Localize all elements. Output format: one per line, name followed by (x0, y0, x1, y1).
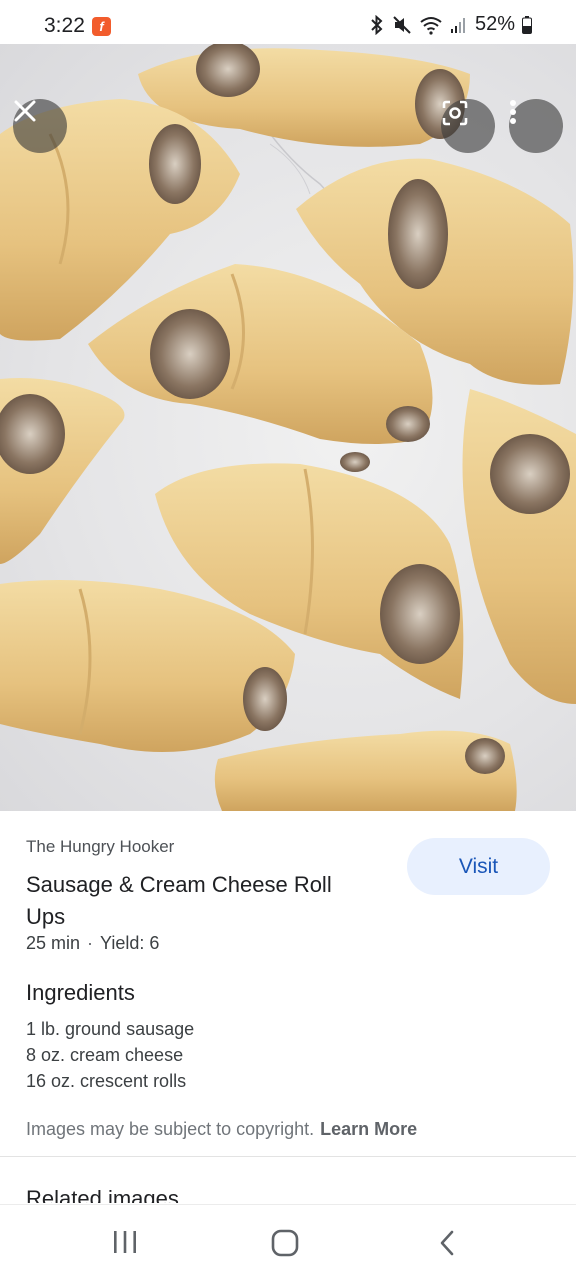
ingredient-item: 8 oz. cream cheese (26, 1045, 184, 1065)
recents-button[interactable] (112, 1229, 138, 1260)
copyright-notice: Images may be subject to copyright. Learn… (26, 1119, 417, 1140)
flipboard-notification-icon: f (92, 17, 111, 36)
ingredient-item: 1 lb. ground sausage (26, 1019, 195, 1039)
home-icon (271, 1229, 299, 1257)
copyright-text: Images may be subject to copyright. (26, 1119, 315, 1139)
ingredients-list: 1 lb. ground sausage 8 oz. cream cheese … (26, 1016, 194, 1094)
source-site[interactable]: The Hungry Hooker (26, 837, 174, 857)
recipe-image[interactable] (0, 44, 576, 811)
recipe-meta: 25 min · Yield: 6 (26, 933, 159, 954)
recipe-time: 25 min (26, 933, 81, 953)
lens-icon (442, 100, 468, 126)
signal-icon (450, 17, 465, 33)
wifi-icon (420, 16, 442, 35)
ingredient-item: 16 oz. crescent rolls (26, 1071, 187, 1091)
status-icons: 52% (369, 13, 532, 36)
battery-percent: 52% (474, 13, 515, 35)
recipe-title[interactable]: Sausage & Cream Cheese Roll Ups (26, 869, 366, 933)
status-bar: 3:22 f 52% (0, 0, 576, 44)
system-nav-bar (0, 1204, 576, 1280)
more-vert-icon (510, 100, 516, 124)
status-time: 3:22 (44, 14, 85, 37)
divider (0, 1156, 576, 1157)
visit-button[interactable]: Visit (407, 838, 550, 895)
bluetooth-icon (371, 14, 383, 35)
roll (462, 389, 576, 704)
home-button[interactable] (271, 1229, 299, 1262)
mute-icon (393, 15, 411, 34)
recents-icon (114, 1231, 136, 1253)
roll (0, 378, 125, 564)
more-options-button[interactable] (509, 99, 563, 153)
crescent-rolls-photo (0, 44, 576, 811)
close-button[interactable] (13, 99, 67, 153)
battery-icon (522, 15, 532, 34)
close-icon (14, 100, 36, 122)
ingredients-heading: Ingredients (26, 980, 135, 1005)
meta-separator: · (87, 933, 94, 953)
learn-more-link[interactable]: Learn More (320, 1119, 417, 1139)
back-icon (440, 1230, 454, 1256)
roll (214, 730, 517, 811)
recipe-yield: Yield: 6 (100, 933, 160, 953)
google-lens-button[interactable] (441, 99, 495, 153)
related-images-heading: Related images (26, 1186, 179, 1203)
back-button[interactable] (437, 1229, 457, 1262)
